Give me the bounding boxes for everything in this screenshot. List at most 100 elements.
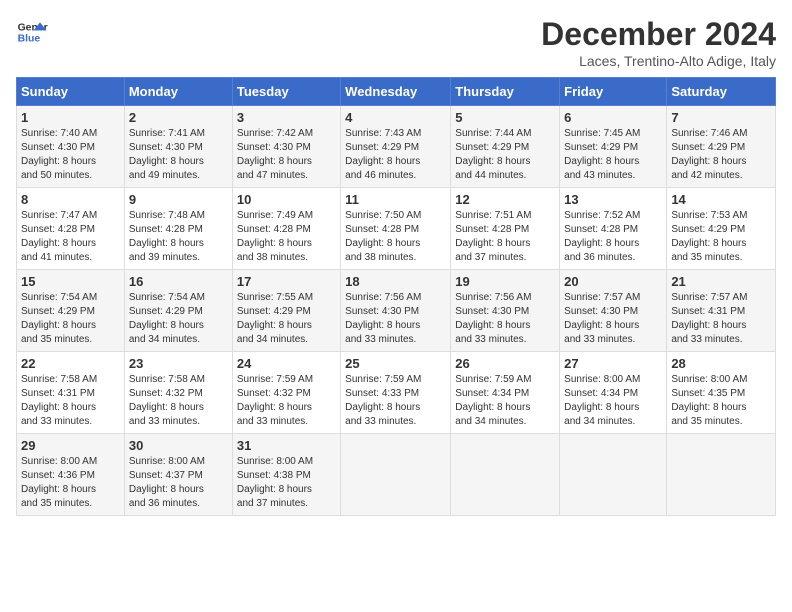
calendar-cell	[341, 434, 451, 516]
calendar-cell: 1 Sunrise: 7:40 AMSunset: 4:30 PMDaylight…	[17, 106, 125, 188]
calendar-cell: 30 Sunrise: 8:00 AMSunset: 4:37 PMDayligh…	[124, 434, 232, 516]
cell-info: Sunrise: 7:58 AMSunset: 4:31 PMDaylight:…	[21, 373, 120, 429]
day-number: 5	[455, 110, 555, 125]
cell-info: Sunrise: 7:55 AMSunset: 4:29 PMDaylight:…	[237, 291, 336, 347]
day-header-thursday: Thursday	[451, 78, 560, 106]
cell-info: Sunrise: 7:59 AMSunset: 4:34 PMDaylight:…	[455, 373, 555, 429]
day-header-tuesday: Tuesday	[232, 78, 340, 106]
day-header-wednesday: Wednesday	[341, 78, 451, 106]
week-row-4: 22Sunrise: 7:58 AMSunset: 4:31 PMDayligh…	[17, 352, 776, 434]
cell-info: Sunrise: 7:57 AMSunset: 4:30 PMDaylight:…	[564, 291, 662, 347]
main-title: December 2024	[541, 16, 776, 53]
header: General Blue December 2024 Laces, Trenti…	[16, 16, 776, 69]
cell-info: Sunrise: 7:44 AMSunset: 4:29 PMDaylight:…	[455, 127, 555, 183]
cell-info: Sunrise: 8:00 AMSunset: 4:37 PMDaylight:…	[129, 455, 228, 511]
cell-info: Sunrise: 7:41 AMSunset: 4:30 PMDaylight:…	[129, 127, 228, 183]
cell-info: Sunrise: 8:00 AMSunset: 4:36 PMDaylight:…	[21, 455, 120, 511]
header-row: SundayMondayTuesdayWednesdayThursdayFrid…	[17, 78, 776, 106]
day-number: 25	[345, 356, 446, 371]
day-number: 17	[237, 274, 336, 289]
week-row-3: 15 Sunrise: 7:54 AMSunset: 4:29 PMDayligh…	[17, 270, 776, 352]
day-number: 23	[129, 356, 228, 371]
subtitle: Laces, Trentino-Alto Adige, Italy	[541, 53, 776, 69]
cell-info: Sunrise: 7:48 AMSunset: 4:28 PMDaylight:…	[129, 209, 228, 265]
calendar-cell: 17 Sunrise: 7:55 AMSunset: 4:29 PMDayligh…	[232, 270, 340, 352]
day-number: 24	[237, 356, 336, 371]
calendar-cell	[560, 434, 667, 516]
calendar-cell: 13 Sunrise: 7:52 AMSunset: 4:28 PMDayligh…	[560, 188, 667, 270]
day-number: 31	[237, 438, 336, 453]
calendar-cell	[667, 434, 776, 516]
cell-info: Sunrise: 7:52 AMSunset: 4:28 PMDaylight:…	[564, 209, 662, 265]
day-number: 20	[564, 274, 662, 289]
cell-info: Sunrise: 7:40 AMSunset: 4:30 PMDaylight:…	[21, 127, 120, 183]
day-number: 16	[129, 274, 228, 289]
cell-info: Sunrise: 7:56 AMSunset: 4:30 PMDaylight:…	[345, 291, 446, 347]
calendar-cell: 10Sunrise: 7:49 AMSunset: 4:28 PMDayligh…	[232, 188, 340, 270]
cell-info: Sunrise: 7:43 AMSunset: 4:29 PMDaylight:…	[345, 127, 446, 183]
calendar-cell: 7Sunrise: 7:46 AMSunset: 4:29 PMDaylight…	[667, 106, 776, 188]
cell-info: Sunrise: 7:50 AMSunset: 4:28 PMDaylight:…	[345, 209, 446, 265]
day-number: 11	[345, 192, 446, 207]
day-number: 7	[671, 110, 771, 125]
calendar-cell: 25Sunrise: 7:59 AMSunset: 4:33 PMDayligh…	[341, 352, 451, 434]
day-number: 28	[671, 356, 771, 371]
day-number: 2	[129, 110, 228, 125]
cell-info: Sunrise: 7:45 AMSunset: 4:29 PMDaylight:…	[564, 127, 662, 183]
cell-info: Sunrise: 7:54 AMSunset: 4:29 PMDaylight:…	[129, 291, 228, 347]
cell-info: Sunrise: 8:00 AMSunset: 4:38 PMDaylight:…	[237, 455, 336, 511]
cell-info: Sunrise: 8:00 AMSunset: 4:34 PMDaylight:…	[564, 373, 662, 429]
calendar-cell	[451, 434, 560, 516]
calendar-cell: 3 Sunrise: 7:42 AMSunset: 4:30 PMDaylight…	[232, 106, 340, 188]
week-row-1: 1 Sunrise: 7:40 AMSunset: 4:30 PMDaylight…	[17, 106, 776, 188]
logo-icon: General Blue	[16, 16, 48, 48]
calendar-cell: 16 Sunrise: 7:54 AMSunset: 4:29 PMDayligh…	[124, 270, 232, 352]
calendar-cell: 15 Sunrise: 7:54 AMSunset: 4:29 PMDayligh…	[17, 270, 125, 352]
calendar-cell: 28 Sunrise: 8:00 AMSunset: 4:35 PMDayligh…	[667, 352, 776, 434]
cell-info: Sunrise: 7:47 AMSunset: 4:28 PMDaylight:…	[21, 209, 120, 265]
calendar-cell: 19 Sunrise: 7:56 AMSunset: 4:30 PMDayligh…	[451, 270, 560, 352]
calendar-cell: 22Sunrise: 7:58 AMSunset: 4:31 PMDayligh…	[17, 352, 125, 434]
calendar-cell: 12Sunrise: 7:51 AMSunset: 4:28 PMDayligh…	[451, 188, 560, 270]
day-number: 29	[21, 438, 120, 453]
cell-info: Sunrise: 7:53 AMSunset: 4:29 PMDaylight:…	[671, 209, 771, 265]
title-block: December 2024 Laces, Trentino-Alto Adige…	[541, 16, 776, 69]
day-number: 30	[129, 438, 228, 453]
calendar-cell: 4Sunrise: 7:43 AMSunset: 4:29 PMDaylight…	[341, 106, 451, 188]
cell-info: Sunrise: 7:56 AMSunset: 4:30 PMDaylight:…	[455, 291, 555, 347]
calendar-cell: 20 Sunrise: 7:57 AMSunset: 4:30 PMDayligh…	[560, 270, 667, 352]
day-number: 18	[345, 274, 446, 289]
day-header-saturday: Saturday	[667, 78, 776, 106]
day-number: 12	[455, 192, 555, 207]
cell-info: Sunrise: 7:42 AMSunset: 4:30 PMDaylight:…	[237, 127, 336, 183]
day-number: 26	[455, 356, 555, 371]
day-number: 21	[671, 274, 771, 289]
day-number: 13	[564, 192, 662, 207]
day-header-monday: Monday	[124, 78, 232, 106]
calendar-cell: 31 Sunrise: 8:00 AMSunset: 4:38 PMDayligh…	[232, 434, 340, 516]
calendar-cell: 18 Sunrise: 7:56 AMSunset: 4:30 PMDayligh…	[341, 270, 451, 352]
week-row-2: 8 Sunrise: 7:47 AMSunset: 4:28 PMDaylight…	[17, 188, 776, 270]
calendar-cell: 6Sunrise: 7:45 AMSunset: 4:29 PMDaylight…	[560, 106, 667, 188]
day-number: 27	[564, 356, 662, 371]
calendar-table: SundayMondayTuesdayWednesdayThursdayFrid…	[16, 77, 776, 516]
day-number: 3	[237, 110, 336, 125]
calendar-cell: 21 Sunrise: 7:57 AMSunset: 4:31 PMDayligh…	[667, 270, 776, 352]
calendar-cell: 29 Sunrise: 8:00 AMSunset: 4:36 PMDayligh…	[17, 434, 125, 516]
calendar-cell: 27 Sunrise: 8:00 AMSunset: 4:34 PMDayligh…	[560, 352, 667, 434]
day-number: 15	[21, 274, 120, 289]
calendar-cell: 11 Sunrise: 7:50 AMSunset: 4:28 PMDayligh…	[341, 188, 451, 270]
day-header-sunday: Sunday	[17, 78, 125, 106]
cell-info: Sunrise: 8:00 AMSunset: 4:35 PMDaylight:…	[671, 373, 771, 429]
svg-text:Blue: Blue	[18, 34, 41, 45]
cell-info: Sunrise: 7:49 AMSunset: 4:28 PMDaylight:…	[237, 209, 336, 265]
cell-info: Sunrise: 7:54 AMSunset: 4:29 PMDaylight:…	[21, 291, 120, 347]
calendar-cell: 9 Sunrise: 7:48 AMSunset: 4:28 PMDaylight…	[124, 188, 232, 270]
day-number: 8	[21, 192, 120, 207]
day-number: 1	[21, 110, 120, 125]
cell-info: Sunrise: 7:57 AMSunset: 4:31 PMDaylight:…	[671, 291, 771, 347]
day-number: 19	[455, 274, 555, 289]
day-number: 14	[671, 192, 771, 207]
day-number: 9	[129, 192, 228, 207]
day-header-friday: Friday	[560, 78, 667, 106]
